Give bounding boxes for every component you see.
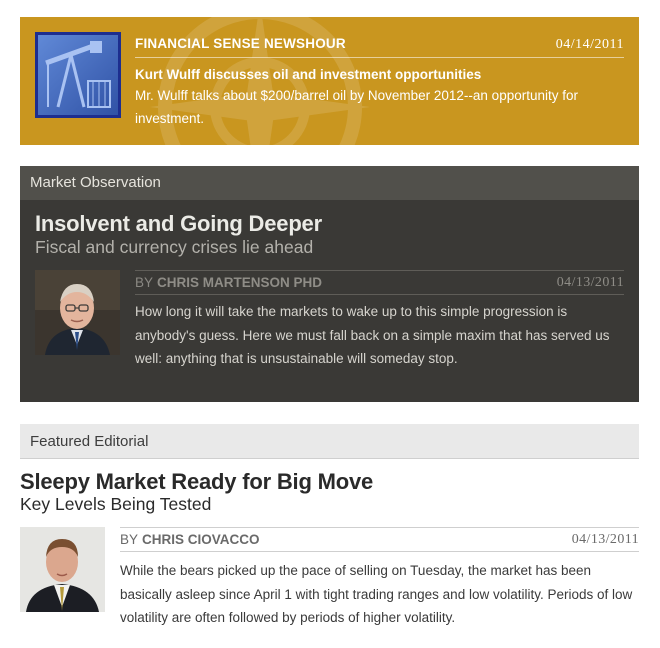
newshour-date: 04/14/2011 bbox=[555, 37, 624, 52]
newshour-title[interactable]: Kurt Wulff discusses oil and investment … bbox=[135, 67, 624, 82]
market-observation-text: How long it will take the markets to wak… bbox=[135, 304, 610, 366]
newshour-panel[interactable]: FINANCIAL SENSE NEWSHOUR 04/14/2011 Kurt… bbox=[20, 17, 639, 145]
market-observation-date: 04/13/2011 bbox=[556, 275, 624, 290]
featured-editorial-subtitle: Key Levels Being Tested bbox=[20, 494, 212, 514]
author-portrait-icon bbox=[35, 270, 120, 355]
featured-by-label: BY bbox=[120, 532, 139, 547]
featured-editorial-title[interactable]: Sleepy Market Ready for Big Move bbox=[20, 469, 373, 495]
featured-author-photo[interactable] bbox=[20, 527, 105, 612]
newshour-body: FINANCIAL SENSE NEWSHOUR 04/14/2011 Kurt… bbox=[135, 31, 624, 130]
featured-editorial-date: 04/13/2011 bbox=[571, 532, 639, 547]
market-observation-title[interactable]: Insolvent and Going Deeper bbox=[35, 211, 322, 237]
newshour-description: Mr. Wulff talks about $200/barrel oil by… bbox=[135, 88, 578, 126]
by-label: BY bbox=[135, 275, 154, 290]
market-observation-header: Market Observation bbox=[20, 166, 639, 200]
featured-author-byline: BY CHRIS CIOVACCO bbox=[120, 532, 260, 548]
oil-pump-thumbnail[interactable] bbox=[35, 32, 121, 118]
featured-author-portrait-icon bbox=[20, 527, 105, 612]
newshour-header: FINANCIAL SENSE NEWSHOUR 04/14/2011 bbox=[135, 31, 624, 58]
author-byline: BY CHRIS MARTENSON PHD bbox=[135, 275, 322, 291]
market-observation-panel: Market Observation Insolvent and Going D… bbox=[20, 166, 639, 402]
featured-editorial-text: While the bears picked up the pace of se… bbox=[120, 563, 633, 625]
oil-pump-icon bbox=[38, 35, 118, 115]
featured-editorial-header: Featured Editorial bbox=[20, 424, 639, 459]
newshour-label[interactable]: FINANCIAL SENSE NEWSHOUR bbox=[135, 36, 346, 51]
featured-author-name[interactable]: CHRIS CIOVACCO bbox=[142, 532, 260, 547]
author-name[interactable]: CHRIS MARTENSON PHD bbox=[157, 275, 322, 290]
author-photo[interactable] bbox=[35, 270, 120, 355]
featured-editorial-byline: BY CHRIS CIOVACCO 04/13/2011 bbox=[120, 527, 639, 552]
market-observation-subtitle: Fiscal and currency crises lie ahead bbox=[35, 237, 314, 257]
market-observation-byline: BY CHRIS MARTENSON PHD 04/13/2011 bbox=[135, 270, 624, 295]
